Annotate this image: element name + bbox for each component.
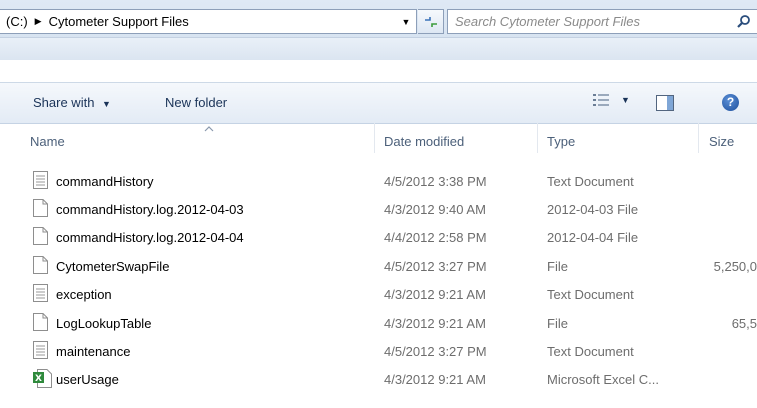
breadcrumb-arrow-icon[interactable]: ▶ [35, 16, 42, 27]
file-date: 4/5/2012 3:38 PM [384, 174, 487, 189]
sort-ascending-icon [204, 126, 214, 132]
file-type: 2012-04-04 File [547, 230, 639, 245]
file-type: File [547, 316, 568, 331]
new-folder-button[interactable]: New folder [165, 95, 227, 110]
file-date: 4/3/2012 9:21 AM [384, 372, 486, 387]
file-row[interactable]: commandHistory.log.2012-04-03 4/3/2012 9… [0, 198, 757, 220]
chevron-down-icon: ▼ [102, 99, 111, 109]
breadcrumb-folder[interactable]: Cytometer Support Files [49, 14, 189, 29]
file-row[interactable]: LogLookupTable 4/3/2012 9:21 AM File 65,… [0, 312, 757, 334]
file-date: 4/3/2012 9:21 AM [384, 287, 486, 302]
refresh-icon [424, 16, 437, 27]
column-header-name[interactable]: Name [30, 134, 65, 149]
file-name: exception [56, 287, 112, 302]
file-row[interactable]: commandHistory.log.2012-04-04 4/4/2012 2… [0, 226, 757, 248]
column-header-type[interactable]: Type [547, 134, 575, 149]
file-row[interactable]: CytometerSwapFile 4/5/2012 3:27 PM File … [0, 255, 757, 277]
file-type: Text Document [547, 174, 634, 189]
search-input[interactable]: Search Cytometer Support Files [447, 9, 757, 34]
details-view-icon [593, 94, 609, 106]
file-row[interactable]: X userUsage 4/3/2012 9:21 AM Microsoft E… [0, 368, 757, 390]
search-icon[interactable] [736, 14, 751, 29]
file-size: 65,5 [731, 316, 757, 331]
file-date: 4/5/2012 3:27 PM [384, 344, 487, 359]
file-row[interactable]: exception 4/3/2012 9:21 AM Text Document [0, 283, 757, 305]
file-icon [33, 256, 49, 278]
search-placeholder: Search Cytometer Support Files [455, 14, 640, 29]
address-bar[interactable]: (C:) ▶ Cytometer Support Files ▼ [0, 9, 417, 34]
file-row[interactable]: maintenance 4/5/2012 3:27 PM Text Docume… [0, 340, 757, 362]
share-with-button[interactable]: Share with ▼ [33, 95, 111, 110]
chevron-down-icon: ▼ [621, 95, 630, 105]
file-icon [33, 199, 49, 221]
file-name: commandHistory [56, 174, 154, 189]
command-toolbar: Share with ▼ New folder ▼ ? [0, 82, 757, 124]
text-document-icon [33, 284, 49, 306]
file-name: CytometerSwapFile [56, 259, 170, 274]
svg-text:X: X [35, 374, 42, 384]
file-icon [33, 227, 49, 249]
column-header-size[interactable]: Size [709, 134, 734, 149]
file-type: Microsoft Excel C... [547, 372, 659, 387]
file-date: 4/3/2012 9:40 AM [384, 202, 486, 217]
file-type: Text Document [547, 287, 634, 302]
change-view-button[interactable]: ▼ [593, 93, 630, 107]
help-icon[interactable]: ? [722, 94, 739, 111]
refresh-button[interactable] [418, 9, 444, 34]
excel-icon: X [33, 369, 52, 391]
column-divider[interactable] [698, 123, 699, 153]
file-name: commandHistory.log.2012-04-03 [56, 202, 244, 217]
text-document-icon [33, 341, 49, 363]
column-divider[interactable] [374, 123, 375, 153]
file-icon [33, 313, 49, 335]
file-size: 5,250,0 [713, 259, 757, 274]
preview-pane-icon[interactable] [656, 95, 674, 111]
menu-bar-area [0, 37, 757, 60]
file-name: maintenance [56, 344, 131, 359]
file-date: 4/5/2012 3:27 PM [384, 259, 487, 274]
text-document-icon [33, 171, 49, 193]
column-headers: Name Date modified Type Size [0, 123, 757, 153]
breadcrumb-drive[interactable]: (C:) [6, 14, 28, 29]
address-dropdown-icon[interactable]: ▼ [396, 10, 416, 33]
file-name: LogLookupTable [56, 316, 152, 331]
file-type: Text Document [547, 344, 634, 359]
column-divider[interactable] [537, 123, 538, 153]
share-with-label: Share with [33, 95, 95, 110]
file-type: File [547, 259, 568, 274]
file-date: 4/3/2012 9:21 AM [384, 316, 486, 331]
file-name: userUsage [56, 372, 119, 387]
file-row[interactable]: commandHistory 4/5/2012 3:38 PM Text Doc… [0, 170, 757, 192]
column-header-date-modified[interactable]: Date modified [384, 134, 464, 149]
file-name: commandHistory.log.2012-04-04 [56, 230, 244, 245]
file-date: 4/4/2012 2:58 PM [384, 230, 487, 245]
file-type: 2012-04-03 File [547, 202, 639, 217]
